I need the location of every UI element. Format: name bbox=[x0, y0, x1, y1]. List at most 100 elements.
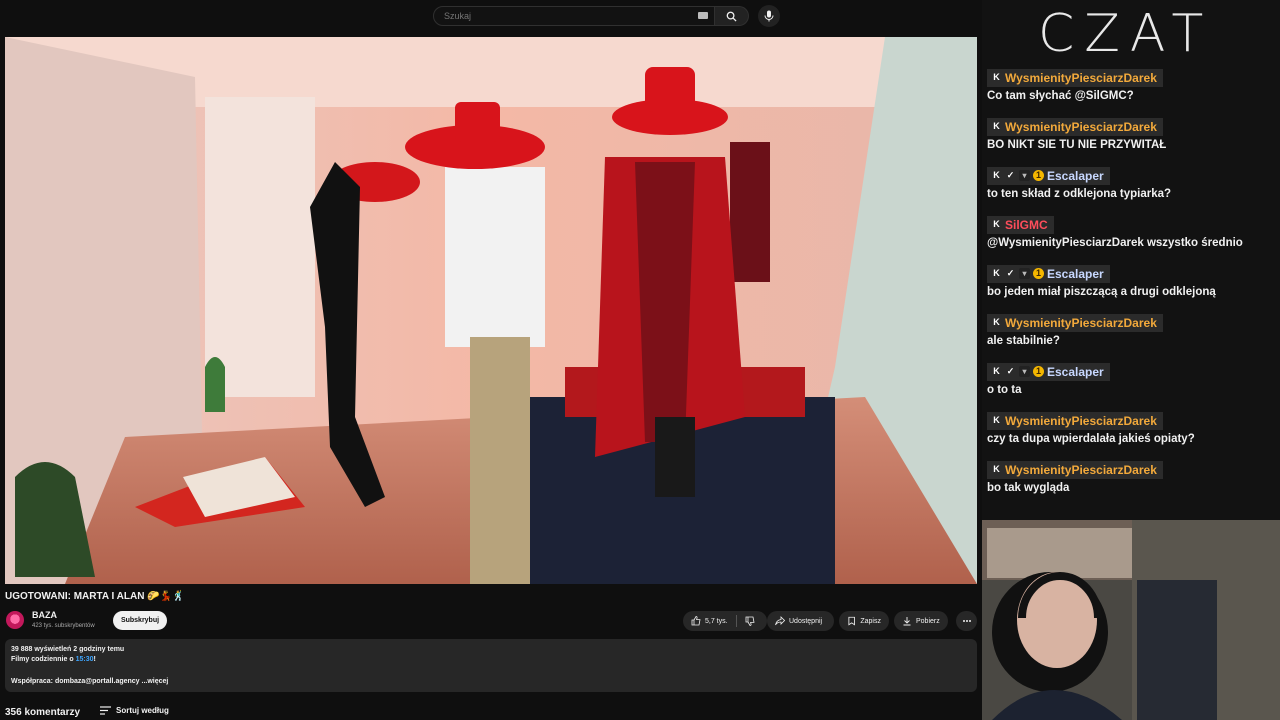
chat-message: K ✓ ▾ 1 Escalaper bo jeden miał piszczącą a d… bbox=[987, 263, 1216, 298]
view-stats: 39 888 wyświetleń 2 godziny temu bbox=[11, 646, 125, 653]
chat-message: K WysmienityPiesciarzDarek czy ta dupa wpi… bbox=[987, 410, 1195, 445]
chat-message: K WysmienityPiesciarzDarek ale stabilnie? bbox=[987, 312, 1163, 347]
chat-message-text: o to ta bbox=[987, 383, 1022, 396]
chat-username[interactable]: WysmienityPiesciarzDarek bbox=[1005, 463, 1157, 477]
search-box[interactable] bbox=[433, 6, 715, 26]
search-input[interactable] bbox=[442, 10, 686, 22]
description-line: Filmy codziennie o 15:30! bbox=[11, 656, 96, 663]
save-button[interactable]: Zapisz bbox=[839, 611, 889, 631]
like-divider bbox=[735, 615, 737, 627]
youtube-window: UGOTOWANI: MARTA I ALAN 🌮💃🕺 BAZA 423 tys… bbox=[0, 0, 982, 720]
webcam-feed bbox=[982, 520, 1280, 720]
chat-message-text: bo tak wygląda bbox=[987, 481, 1070, 494]
chat-username[interactable]: WysmienityPiesciarzDarek bbox=[1005, 71, 1157, 85]
chat-user-line: K ✓ ▾ 1 Escalaper bbox=[987, 362, 1110, 381]
thumbs-down-icon[interactable] bbox=[745, 616, 755, 626]
top-bar bbox=[0, 0, 982, 32]
chat-message-text: @WysmienityPiesciarzDarek wszystko średn… bbox=[987, 236, 1243, 249]
kick-badge-icon: K bbox=[993, 170, 1000, 180]
coin-badge-icon: 1 bbox=[1033, 170, 1044, 181]
chat-user-line: K WysmienityPiesciarzDarek bbox=[987, 460, 1163, 479]
chat-username[interactable]: Escalaper bbox=[1047, 267, 1104, 281]
chat-user-line: K WysmienityPiesciarzDarek bbox=[987, 313, 1163, 332]
sub-badge-icon: ▾ bbox=[1019, 268, 1030, 279]
download-button[interactable]: Pobierz bbox=[894, 611, 948, 631]
bookmark-icon bbox=[848, 616, 855, 626]
chat-user-line: K WysmienityPiesciarzDarek bbox=[987, 117, 1163, 136]
chat-username[interactable]: WysmienityPiesciarzDarek bbox=[1005, 316, 1157, 330]
voice-search-button[interactable] bbox=[758, 5, 780, 27]
chat-user-line: K ✓ ▾ 1 Escalaper bbox=[987, 264, 1110, 283]
kick-badge-icon: K bbox=[993, 268, 1000, 278]
keyboard-icon[interactable] bbox=[698, 12, 708, 19]
like-dislike-group: 5,7 tys. bbox=[683, 611, 767, 631]
verified-badge-icon: ✓ bbox=[1006, 170, 1015, 180]
download-label: Pobierz bbox=[916, 617, 940, 625]
chat-message-text: bo jeden miał piszczącą a drugi odklejon… bbox=[987, 285, 1216, 298]
chat-message: K ✓ ▾ 1 Escalaper o to ta bbox=[987, 361, 1110, 396]
verified-badge-icon: ✓ bbox=[1006, 366, 1015, 376]
kick-badge-icon: K bbox=[993, 219, 1000, 229]
kick-badge-icon: K bbox=[993, 121, 1000, 131]
webcam-image bbox=[982, 520, 1280, 720]
sub-badge-icon: ▾ bbox=[1019, 170, 1030, 181]
chat-message-text: to ten skład z odklejona typiarka? bbox=[987, 187, 1172, 200]
chat-panel: CZAT K WysmienityPiesciarzDarek Co tam sły… bbox=[982, 0, 1280, 520]
collab-line[interactable]: Współpraca: dombaza@portall.agency ...wi… bbox=[11, 678, 168, 685]
chat-message: K SilGMC @WysmienityPiesciarzDarek wszystk… bbox=[987, 214, 1243, 249]
microphone-icon bbox=[764, 10, 774, 22]
chat-user-line: K WysmienityPiesciarzDarek bbox=[987, 68, 1163, 87]
chat-title: CZAT bbox=[1038, 4, 1214, 64]
sort-label: Sortuj według bbox=[116, 706, 169, 715]
save-label: Zapisz bbox=[860, 617, 881, 625]
description-box[interactable]: 39 888 wyświetleń 2 godziny temu Filmy c… bbox=[5, 639, 977, 692]
comments-count: 356 komentarzy bbox=[5, 707, 81, 718]
chat-username[interactable]: WysmienityPiesciarzDarek bbox=[1005, 414, 1157, 428]
chat-username[interactable]: Escalaper bbox=[1047, 365, 1104, 379]
kick-badge-icon: K bbox=[993, 415, 1000, 425]
kick-badge-icon: K bbox=[993, 366, 1000, 376]
more-actions-button[interactable] bbox=[956, 611, 977, 631]
chat-message: K WysmienityPiesciarzDarek Co tam słychać … bbox=[987, 67, 1163, 102]
chat-message: K ✓ ▾ 1 Escalaper to ten skład z odklejona ty… bbox=[987, 165, 1171, 200]
chat-message: K WysmienityPiesciarzDarek BO NIKT SIE TU … bbox=[987, 116, 1166, 151]
more-horizontal-icon bbox=[962, 620, 971, 622]
verified-badge-icon: ✓ bbox=[1006, 268, 1015, 278]
share-label: Udostępnij bbox=[789, 617, 823, 625]
chat-message-text: czy ta dupa wpierdalała jakieś opiaty? bbox=[987, 432, 1195, 445]
like-count[interactable]: 5,7 tys. bbox=[705, 618, 728, 625]
coin-badge-icon: 1 bbox=[1033, 366, 1044, 377]
chat-username[interactable]: WysmienityPiesciarzDarek bbox=[1005, 120, 1157, 134]
chat-user-line: K WysmienityPiesciarzDarek bbox=[987, 411, 1163, 430]
chat-username[interactable]: Escalaper bbox=[1047, 169, 1104, 183]
description-suffix: ! bbox=[93, 656, 96, 663]
chat-user-line: K ✓ ▾ 1 Escalaper bbox=[987, 166, 1110, 185]
kick-badge-icon: K bbox=[993, 464, 1000, 474]
sub-badge-icon: ▾ bbox=[1019, 366, 1030, 377]
sort-comments-button[interactable]: Sortuj według bbox=[100, 706, 169, 715]
search-button[interactable] bbox=[715, 6, 749, 26]
sort-icon bbox=[100, 706, 111, 715]
share-icon bbox=[775, 616, 785, 626]
description-text: Filmy codziennie o bbox=[11, 656, 76, 663]
subscriber-count: 423 tys. subskrybentów bbox=[32, 623, 95, 629]
video-player[interactable] bbox=[5, 37, 977, 584]
download-icon bbox=[903, 617, 911, 626]
subscribe-button[interactable]: Subskrybuj bbox=[113, 611, 167, 630]
chat-user-line: K SilGMC bbox=[987, 215, 1054, 234]
channel-avatar[interactable] bbox=[6, 611, 24, 629]
kick-badge-icon: K bbox=[993, 72, 1000, 82]
video-frame bbox=[5, 37, 977, 584]
thumbs-up-icon[interactable] bbox=[691, 616, 701, 626]
chat-message: K WysmienityPiesciarzDarek bo tak wygląda bbox=[987, 459, 1163, 494]
chat-message-text: BO NIKT SIE TU NIE PRZYWITAŁ bbox=[987, 138, 1167, 151]
chat-message-text: ale stabilnie? bbox=[987, 334, 1060, 347]
search-icon bbox=[726, 11, 737, 22]
timestamp-link[interactable]: 15:30 bbox=[76, 656, 94, 663]
video-title: UGOTOWANI: MARTA I ALAN 🌮💃🕺 bbox=[5, 591, 185, 602]
chat-username[interactable]: SilGMC bbox=[1005, 218, 1048, 232]
chat-message-text: Co tam słychać @SilGMC? bbox=[987, 89, 1134, 102]
share-button[interactable]: Udostępnij bbox=[767, 611, 834, 631]
channel-name[interactable]: BAZA bbox=[32, 610, 57, 620]
coin-badge-icon: 1 bbox=[1033, 268, 1044, 279]
